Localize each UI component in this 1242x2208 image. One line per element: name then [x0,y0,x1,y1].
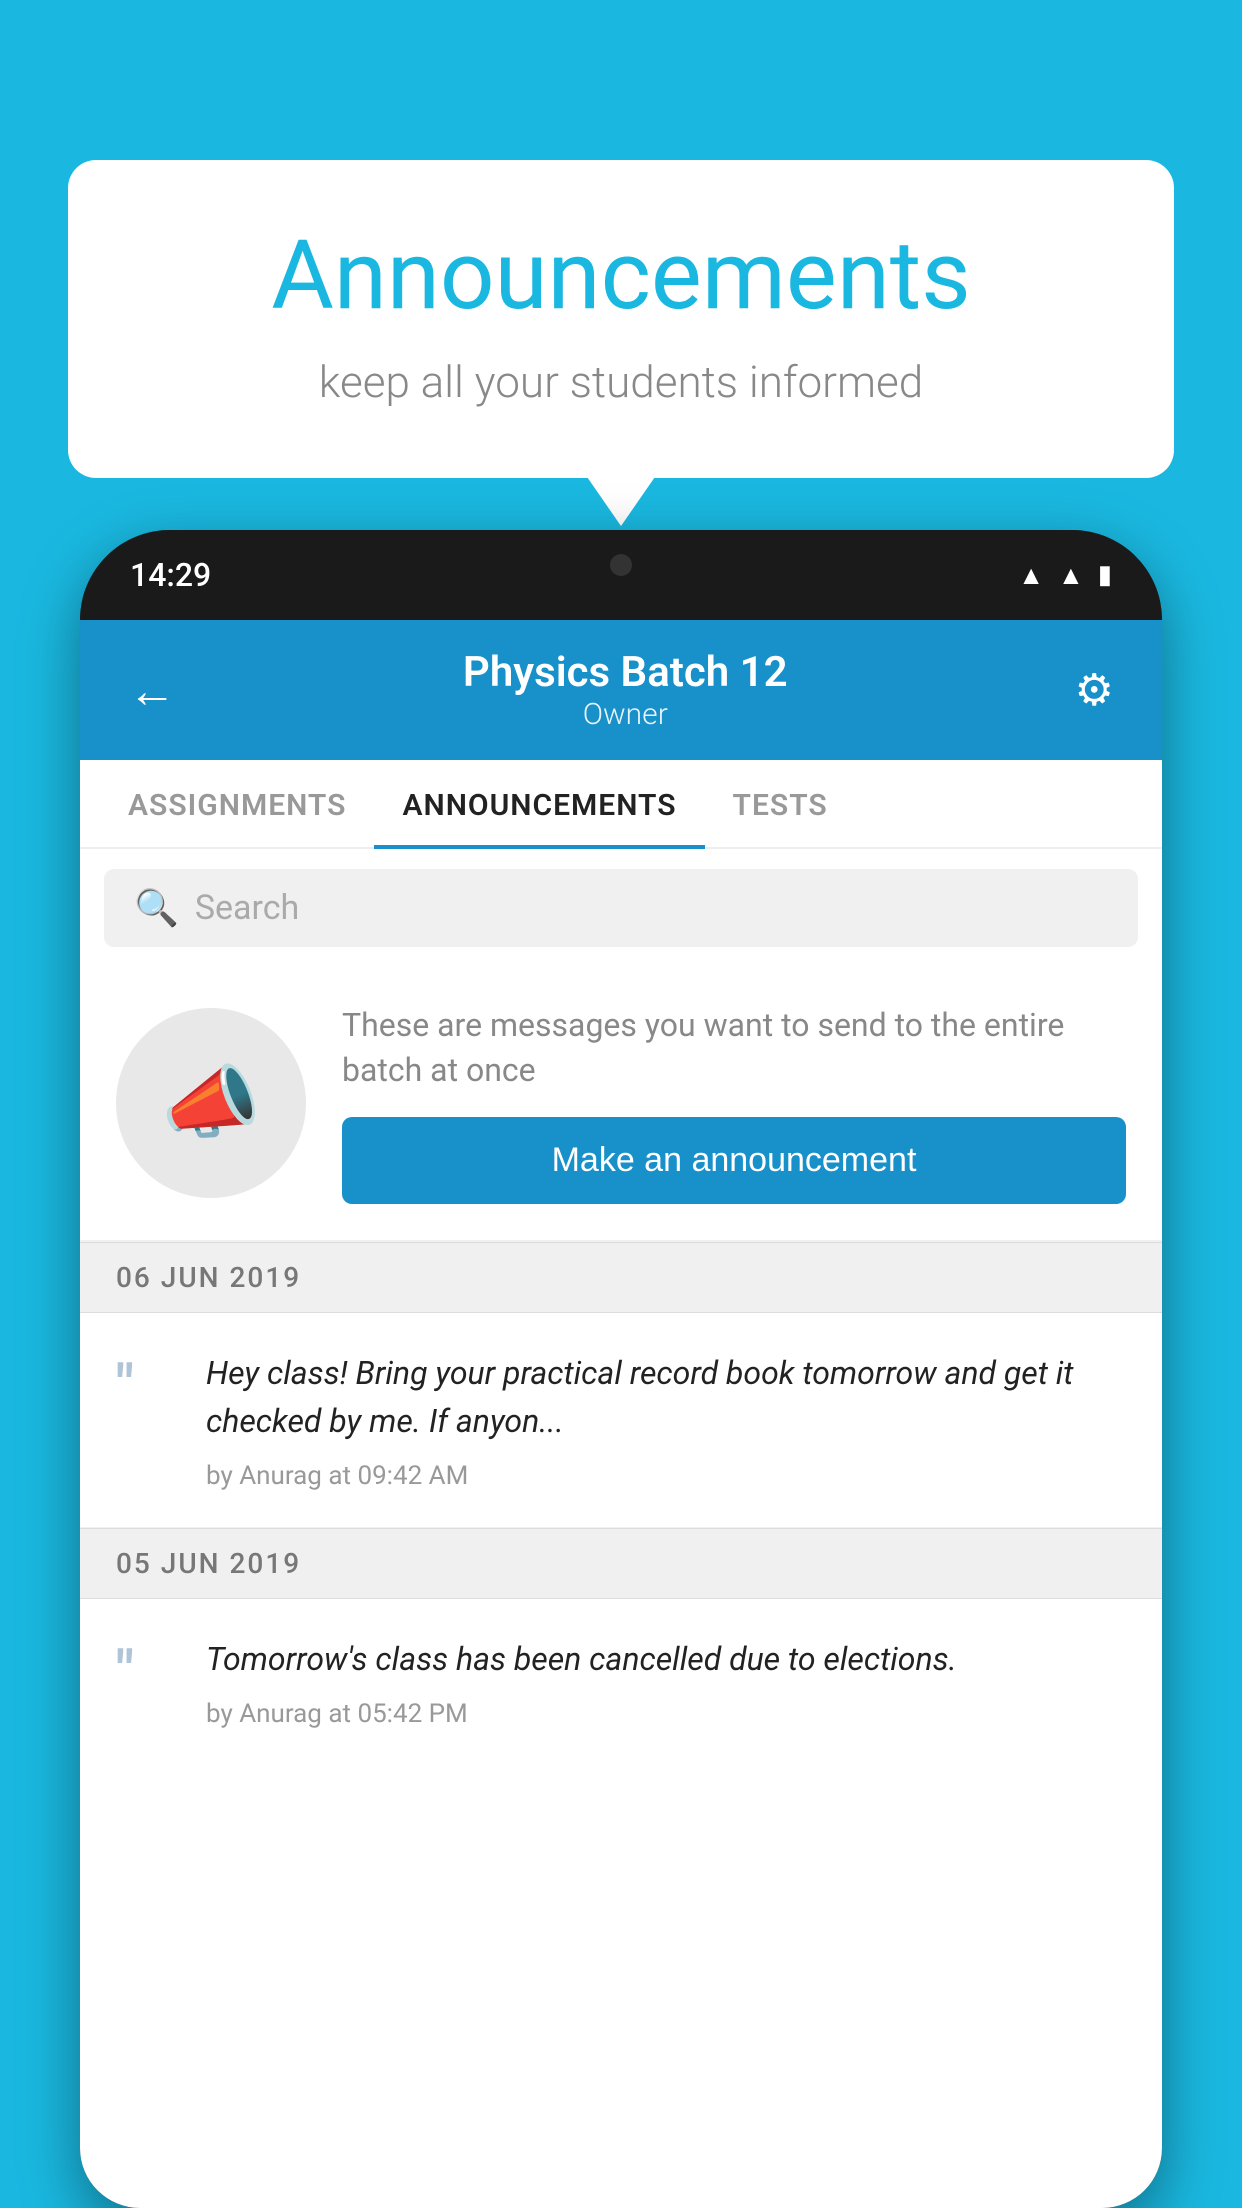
tab-announcements[interactable]: ANNOUNCEMENTS [374,760,704,847]
announcement-item-1: " Hey class! Bring your practical record… [80,1313,1162,1528]
speech-bubble-card: Announcements keep all your students inf… [68,160,1174,478]
announcement-body-2: Tomorrow's class has been cancelled due … [206,1635,1126,1729]
search-container: 🔍 Search [80,849,1162,967]
tab-tests[interactable]: TESTS [705,760,856,847]
search-icon: 🔍 [134,887,179,929]
announcement-prompt-right: These are messages you want to send to t… [342,1003,1126,1204]
phone-notch [511,530,731,600]
signal-icon: ▲ [1058,560,1084,591]
status-bar: 14:29 ▲ ▲ ▮ [80,530,1162,620]
announcement-item-2: " Tomorrow's class has been cancelled du… [80,1599,1162,1765]
announcement-description: These are messages you want to send to t… [342,1003,1126,1093]
header-center: Physics Batch 12 Owner [463,648,788,732]
back-button[interactable]: ← [128,662,176,719]
announcement-meta-1: by Anurag at 09:42 AM [206,1461,1126,1491]
announcement-text-1: Hey class! Bring your practical record b… [206,1349,1126,1445]
date-divider-1: 06 JUN 2019 [80,1242,1162,1313]
make-announcement-button[interactable]: Make an announcement [342,1117,1126,1204]
bubble-subtitle: keep all your students informed [148,356,1094,408]
date-divider-2: 05 JUN 2019 [80,1528,1162,1599]
quote-icon-2: " [116,1635,176,1699]
wifi-icon: ▲ [1018,560,1044,591]
announcement-body-1: Hey class! Bring your practical record b… [206,1349,1126,1491]
search-bar[interactable]: 🔍 Search [104,869,1138,947]
announcement-icon-circle: 📣 [116,1008,306,1198]
announcement-text-2: Tomorrow's class has been cancelled due … [206,1635,1126,1683]
quote-icon-1: " [116,1349,176,1413]
camera [610,554,632,576]
tabs-bar: ASSIGNMENTS ANNOUNCEMENTS TESTS [80,760,1162,849]
speech-bubble-section: Announcements keep all your students inf… [68,160,1174,478]
batch-title: Physics Batch 12 [463,648,788,697]
announcement-meta-2: by Anurag at 05:42 PM [206,1699,1126,1729]
settings-button[interactable]: ⚙ [1075,664,1114,716]
bubble-title: Announcements [148,220,1094,332]
phone-frame: 14:29 ▲ ▲ ▮ ← Physics Batch 12 Owner ⚙ A… [80,530,1162,2208]
status-icons: ▲ ▲ ▮ [1018,560,1112,591]
tab-assignments[interactable]: ASSIGNMENTS [100,760,374,847]
announcement-prompt: 📣 These are messages you want to send to… [80,967,1162,1242]
battery-icon: ▮ [1098,560,1112,590]
owner-label: Owner [463,697,788,732]
search-placeholder: Search [195,888,299,928]
status-time: 14:29 [130,556,211,594]
app-content: ← Physics Batch 12 Owner ⚙ ASSIGNMENTS A… [80,620,1162,2208]
app-header: ← Physics Batch 12 Owner ⚙ [80,620,1162,760]
megaphone-icon: 📣 [161,1056,261,1150]
